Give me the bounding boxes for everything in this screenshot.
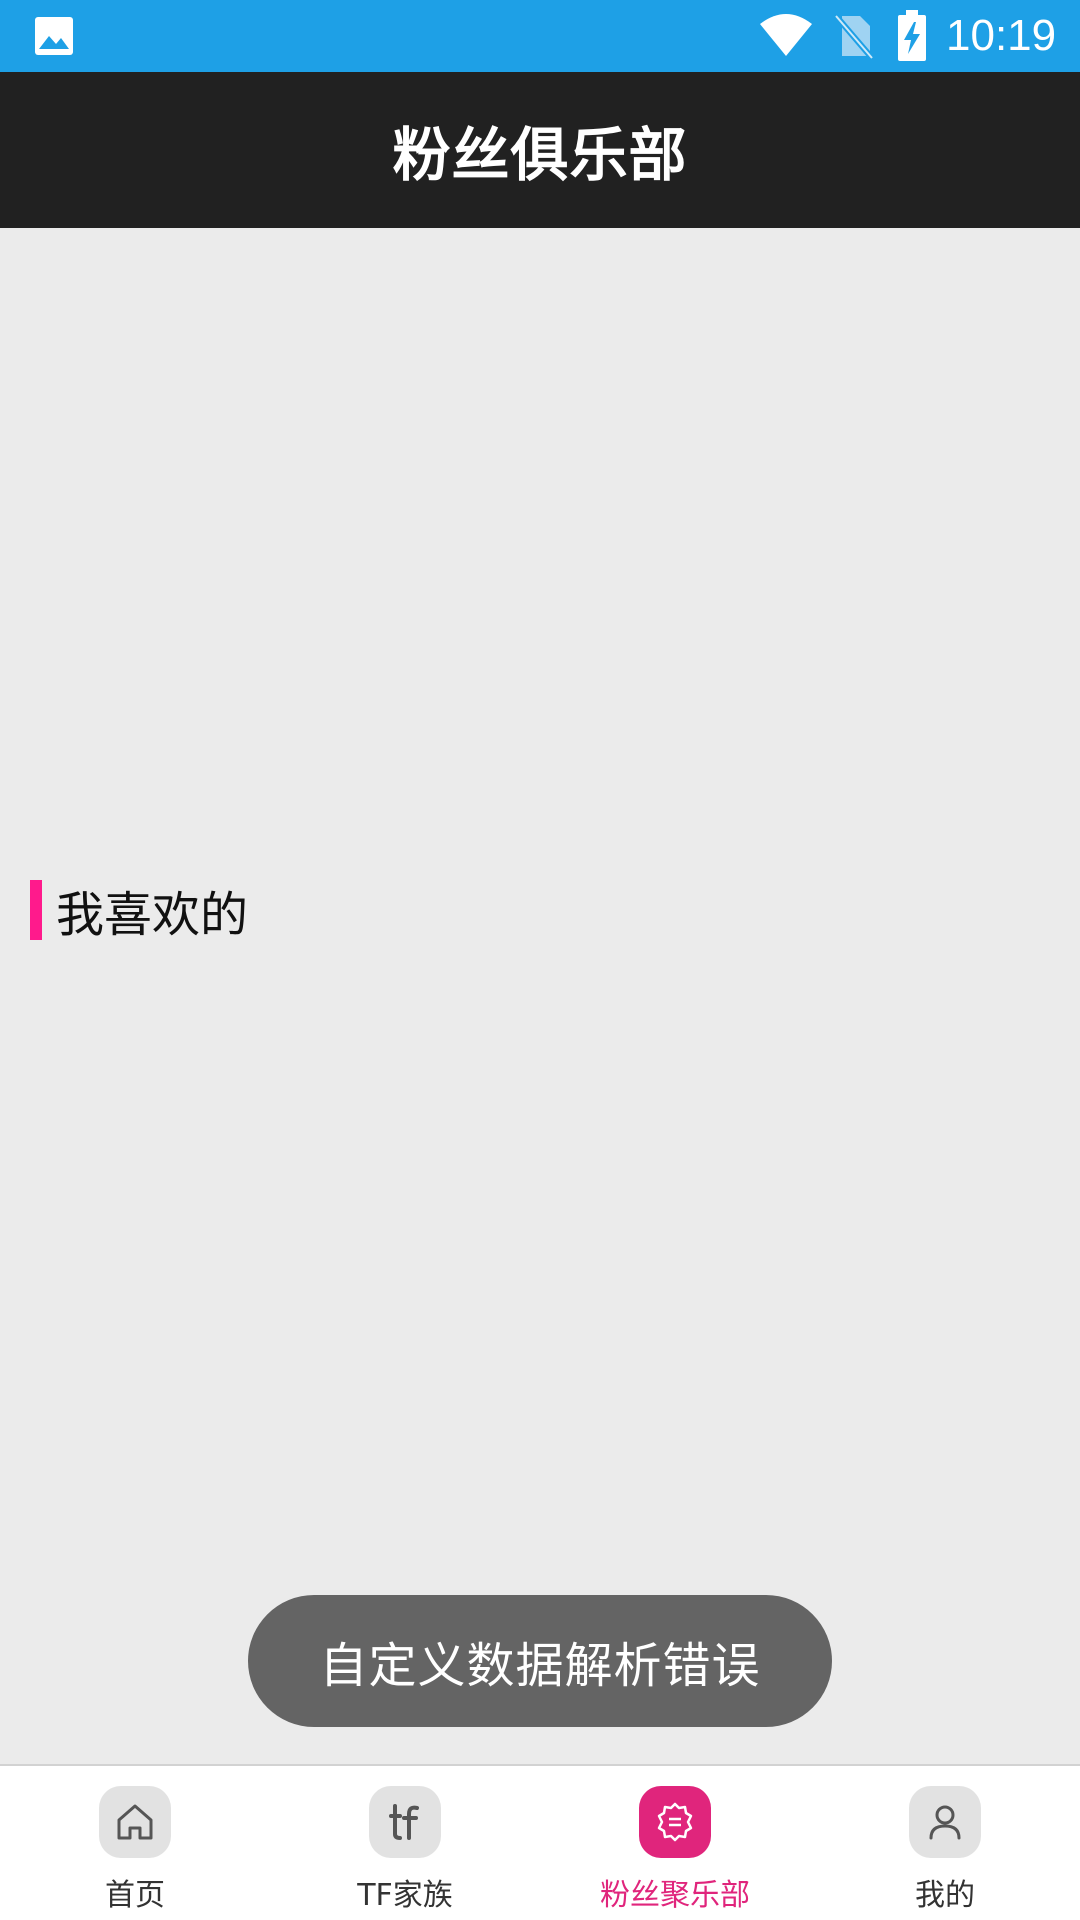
nav-label-me: 我的 [915,1878,975,1913]
badge-icon [639,1786,711,1858]
status-time: 10:19 [946,11,1057,60]
section-accent-bar [30,880,42,940]
gallery-icon [35,17,73,55]
bottom-nav: 首页 TF家族 粉丝聚乐部 我的 [0,1764,1080,1920]
home-icon [99,1786,171,1858]
nav-item-home[interactable]: 首页 [0,1766,270,1920]
nav-item-tf-family[interactable]: TF家族 [270,1766,540,1920]
wifi-icon [760,14,812,56]
user-icon [909,1786,981,1858]
no-sim-icon [834,14,874,60]
nav-label-home: 首页 [105,1878,165,1913]
nav-item-me[interactable]: 我的 [810,1766,1080,1920]
page-title: 粉丝俱乐部 [392,121,688,189]
app-bar: 粉丝俱乐部 [0,72,1080,228]
status-bar: 10:19 [0,0,1080,72]
nav-label-fan-club: 粉丝聚乐部 [600,1878,750,1913]
battery-charging-icon [898,10,926,61]
tf-logo-icon [369,1786,441,1858]
screen: 10:19 粉丝俱乐部 我喜欢的 自定义数据解析错误 首页 TF家族 粉丝聚乐部… [0,0,1080,1920]
section-header-favorites: 我喜欢的 [30,880,248,943]
nav-item-fan-club[interactable]: 粉丝聚乐部 [540,1766,810,1920]
error-toast: 自定义数据解析错误 [248,1595,832,1727]
section-title: 我喜欢的 [56,887,249,943]
toast-message: 自定义数据解析错误 [319,1638,761,1694]
nav-label-tf-family: TF家族 [357,1878,453,1913]
